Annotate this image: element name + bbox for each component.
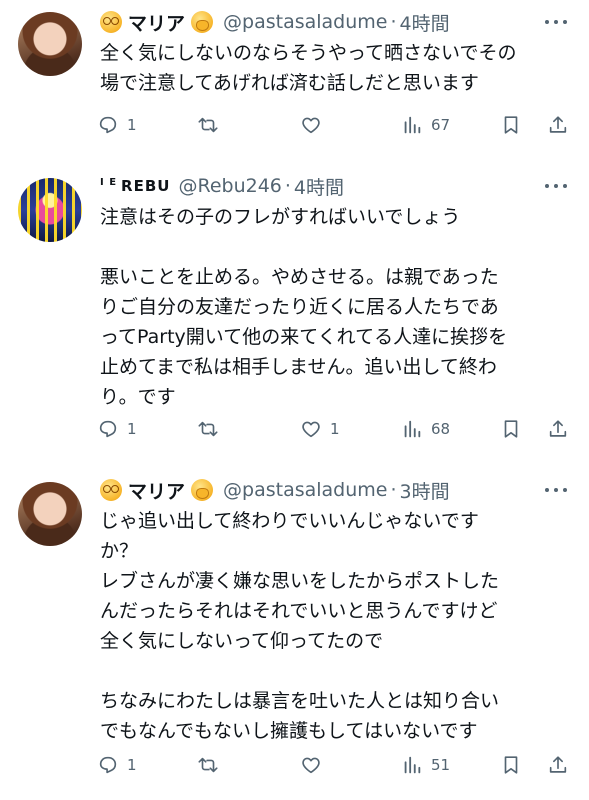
separator: · (390, 11, 397, 33)
retweet-button[interactable] (197, 751, 227, 779)
tweet-text: 全く気にしないのならそうやって晒さないでその 場で注意してあげれば済む話しだと思… (100, 42, 517, 94)
reply-count: 1 (127, 756, 137, 774)
more-options-icon[interactable] (545, 176, 567, 196)
face-hand-over-mouth-emoji (191, 479, 214, 501)
reply-icon (99, 756, 117, 774)
reply-icon (99, 420, 117, 438)
bookmark-icon (504, 420, 518, 438)
share-button[interactable] (547, 751, 577, 779)
bookmark-button[interactable] (500, 751, 530, 779)
tweet-1[interactable]: マリア @pastasaladume · 4時間 全く気にしないのならそうやって… (0, 0, 589, 160)
separator: · (390, 479, 397, 501)
more-options-icon[interactable] (545, 480, 567, 500)
tweet-text: じゃ追い出して終わりでいいんじゃないです か？ レブさんが凄く嫌な思いをしたから… (100, 510, 500, 742)
like-icon (302, 757, 320, 774)
user-handle[interactable]: @pastasaladume (223, 11, 387, 33)
dizzy-face-emoji (100, 11, 122, 33)
tweet-header: マリア @pastasaladume · 3時間 (100, 476, 450, 504)
share-icon (549, 420, 567, 437)
view-count: 67 (431, 116, 451, 134)
retweet-button[interactable] (197, 111, 227, 139)
like-count: 1 (330, 420, 340, 438)
tweet-actions: 1 51 (97, 751, 572, 779)
tweet-actions: 1 67 (97, 111, 572, 139)
avatar-maria[interactable] (18, 12, 82, 76)
share-button[interactable] (547, 111, 577, 139)
reply-button[interactable]: 1 (97, 751, 137, 779)
bookmark-button[interactable] (500, 415, 530, 443)
tweet-2[interactable]: I E REBU @Rebu246 · 4時間 注意はその子のフレがすればいいでし… (0, 160, 589, 470)
timestamp[interactable]: 4時間 (400, 9, 450, 36)
like-icon (302, 117, 320, 134)
bookmark-icon (504, 756, 518, 774)
display-name[interactable]: I E REBU (100, 177, 170, 195)
reply-count: 1 (127, 420, 137, 438)
like-icon (302, 421, 320, 438)
reply-button[interactable]: 1 (97, 415, 137, 443)
share-button[interactable] (547, 415, 577, 443)
bookmark-icon (504, 116, 518, 134)
like-button[interactable] (300, 751, 330, 779)
share-icon (549, 756, 567, 773)
tweet-header: マリア @pastasaladume · 4時間 (100, 8, 450, 36)
display-name[interactable]: マリア (128, 477, 185, 504)
tweet-text: 注意はその子のフレがすればいいでしょう 悪いことを止める。やめさせる。は親であっ… (100, 206, 508, 408)
share-icon (549, 116, 567, 133)
separator: · (284, 175, 291, 197)
dizzy-face-emoji (100, 479, 122, 501)
views-button[interactable]: 51 (401, 751, 450, 779)
reply-icon (99, 116, 117, 134)
views-icon (404, 756, 421, 774)
more-options-icon[interactable] (545, 12, 567, 32)
avatar-maria[interactable] (18, 482, 82, 546)
view-count: 51 (431, 756, 451, 774)
views-button[interactable]: 68 (401, 415, 450, 443)
retweet-icon (198, 421, 218, 437)
views-icon (404, 116, 421, 134)
tweet-actions: 1 1 68 (97, 415, 572, 443)
bookmark-button[interactable] (500, 111, 530, 139)
timestamp[interactable]: 4時間 (294, 173, 344, 200)
tweet-header: I E REBU @Rebu246 · 4時間 (100, 172, 344, 200)
retweet-icon (198, 757, 218, 773)
views-icon (404, 420, 421, 438)
face-hand-over-mouth-emoji (191, 11, 214, 33)
reply-count: 1 (127, 116, 137, 134)
like-button[interactable]: 1 (300, 415, 340, 443)
user-handle[interactable]: @pastasaladume (223, 479, 387, 501)
views-button[interactable]: 67 (401, 111, 450, 139)
display-name[interactable]: マリア (128, 9, 185, 36)
retweet-button[interactable] (197, 415, 227, 443)
like-button[interactable] (300, 111, 330, 139)
retweet-icon (198, 117, 218, 133)
tweet-3[interactable]: マリア @pastasaladume · 3時間 じゃ追い出して終わりでいいんじ… (0, 470, 589, 800)
user-handle[interactable]: @Rebu246 (178, 175, 281, 197)
view-count: 68 (431, 420, 451, 438)
timestamp[interactable]: 3時間 (400, 477, 450, 504)
avatar-rebu[interactable] (18, 178, 82, 242)
reply-button[interactable]: 1 (97, 111, 137, 139)
